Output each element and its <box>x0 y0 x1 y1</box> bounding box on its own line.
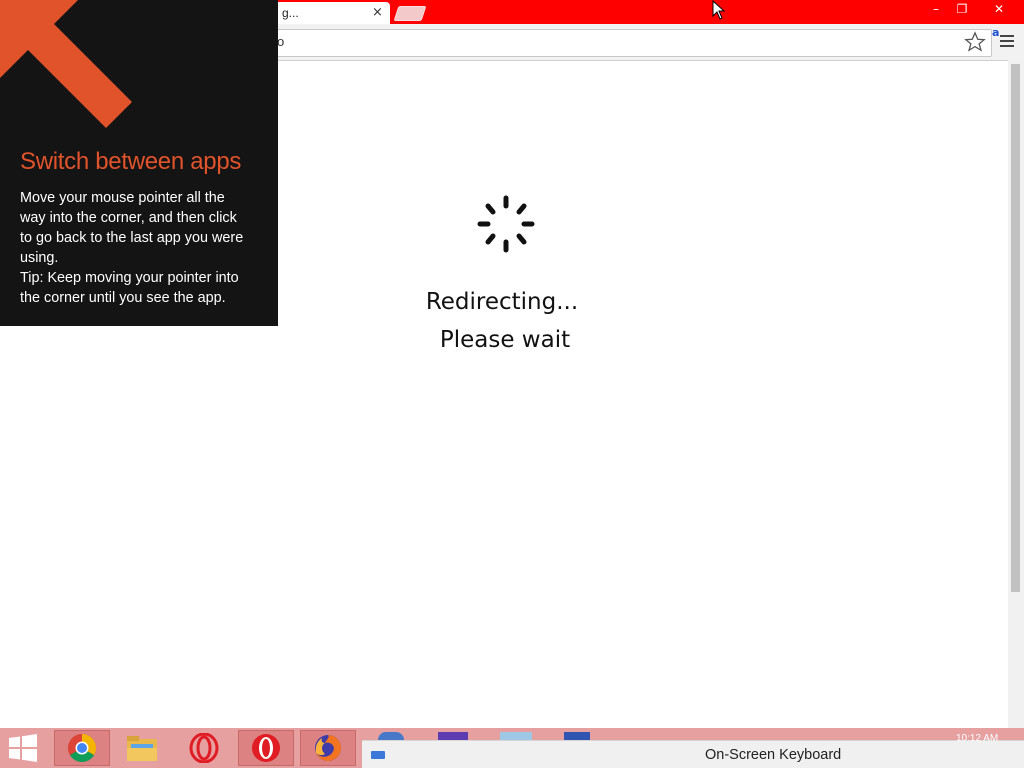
tip-line: Tip: Keep moving your pointer into <box>20 270 239 286</box>
tip-line: using. <box>20 250 59 266</box>
mouse-cursor-icon <box>712 0 726 20</box>
window-thumbnail-icon <box>378 732 404 740</box>
opera-icon <box>189 733 219 763</box>
file-explorer-icon <box>127 736 157 761</box>
on-screen-keyboard-window[interactable]: On-Screen Keyboard <box>362 740 1024 768</box>
maximize-button[interactable]: ❐ <box>950 0 974 20</box>
tab-close-icon[interactable]: × <box>372 5 383 20</box>
keyboard-icon <box>371 751 385 759</box>
close-window-button[interactable]: ✕ <box>976 0 1022 20</box>
taskbar-opera-button[interactable] <box>238 730 294 766</box>
taskbar-opera-button[interactable] <box>176 730 232 766</box>
windows-logo-icon <box>9 734 37 762</box>
tab-title: g... <box>282 6 299 20</box>
corner-arrow-icon <box>0 0 132 128</box>
switch-apps-tip: Switch between apps Move your mouse poin… <box>0 0 278 326</box>
tip-line: Move your mouse pointer all the <box>20 190 225 206</box>
address-bar[interactable]: o <box>272 29 992 57</box>
bookmark-star-icon[interactable] <box>964 31 986 53</box>
osk-title: On-Screen Keyboard <box>705 747 842 763</box>
window-thumbnail-icon <box>500 732 532 740</box>
page-scrollbar[interactable] <box>1008 60 1024 728</box>
opera-icon <box>252 734 280 762</box>
address-bar-text: o <box>277 34 285 49</box>
tip-line: way into the corner, and then click <box>20 210 237 226</box>
please-wait-text: Please wait <box>439 327 571 353</box>
chrome-icon <box>68 734 96 762</box>
start-button[interactable] <box>0 728 46 768</box>
extension-icon[interactable]: a <box>992 26 999 39</box>
browser-tab[interactable]: g... × <box>270 2 390 26</box>
firefox-icon <box>315 735 341 761</box>
new-tab-button[interactable] <box>393 6 427 21</box>
system-clock: 10:12 AM <box>956 733 999 744</box>
taskbar-explorer-button[interactable] <box>114 730 170 766</box>
scrollbar-thumb[interactable] <box>1011 64 1020 592</box>
menu-icon[interactable] <box>1000 35 1014 50</box>
taskbar-chrome-button[interactable] <box>54 730 110 766</box>
loading-spinner-icon <box>477 195 535 253</box>
minimize-button[interactable]: – <box>924 0 948 20</box>
tip-line: the corner until you see the app. <box>20 290 226 306</box>
tip-body: Move your mouse pointer all the way into… <box>20 188 265 308</box>
tip-line: to go back to the last app you were <box>20 230 244 246</box>
taskbar-firefox-button[interactable] <box>300 730 356 766</box>
window-thumbnail-icon <box>564 732 590 740</box>
tip-title: Switch between apps <box>20 148 242 175</box>
window-thumbnail-icon <box>438 732 468 740</box>
